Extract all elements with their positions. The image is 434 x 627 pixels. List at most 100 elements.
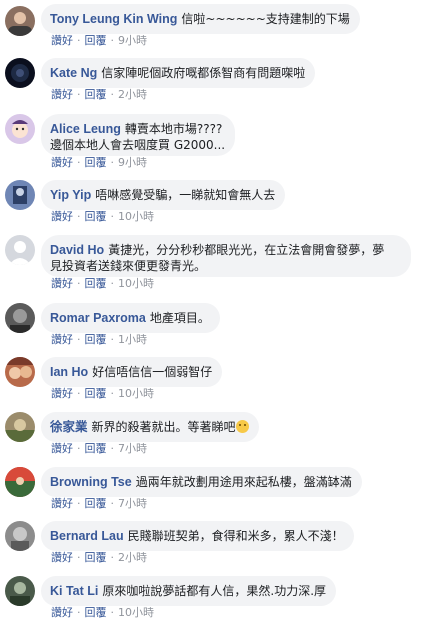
comment-actions: 讚好 · 回覆 · 10小時	[51, 606, 154, 620]
like-link[interactable]: 讚好	[51, 551, 73, 564]
reply-link[interactable]: 回覆	[85, 442, 107, 455]
like-link[interactable]: 讚好	[51, 497, 73, 510]
comment-text-line-2: 邊個本地人會去咽度買 G2000...	[50, 138, 226, 152]
avatar[interactable]	[5, 180, 35, 210]
reply-link[interactable]: 回覆	[85, 277, 107, 290]
reply-link[interactable]: 回覆	[85, 156, 107, 169]
comment-bubble: Tony Leung Kin Wing 信啦~~~~~~支持建制的下場	[41, 4, 360, 34]
like-link[interactable]: 讚好	[51, 333, 73, 346]
comment-timestamp[interactable]: 10小時	[118, 210, 154, 223]
commenter-name[interactable]: Ian Ho	[50, 365, 88, 379]
avatar-photo	[11, 527, 29, 551]
comment-actions: 讚好 · 回覆 · 7小時	[51, 442, 147, 456]
avatar[interactable]	[5, 58, 35, 88]
reply-link[interactable]: 回覆	[85, 497, 107, 510]
comment-bubble: Alice Leung 轉賣本地市場???? 邊個本地人會去咽度買 G2000..…	[41, 114, 236, 156]
like-link[interactable]: 讚好	[51, 156, 73, 169]
separator-dot: ·	[110, 333, 115, 346]
comment-bubble: Romar Paxroma 地產項目。	[41, 303, 220, 333]
avatar[interactable]	[5, 114, 35, 144]
avatar-photo	[5, 467, 35, 497]
avatar[interactable]	[5, 412, 35, 442]
like-link[interactable]: 讚好	[51, 210, 73, 223]
separator-dot: ·	[77, 551, 81, 564]
comment-text: 黃捷光，分分秒秒都眼光光，在立法會開會發夢，夢	[108, 243, 385, 257]
comment-actions: 讚好 · 回覆 · 10小時	[51, 277, 154, 291]
comment-bubble: 徐家業 新界的殺著就出。等著睇吧	[41, 412, 259, 442]
like-link[interactable]: 讚好	[51, 34, 73, 47]
comment-actions: 讚好 · 回覆 · 2小時	[51, 88, 147, 102]
comment-timestamp[interactable]: 9小時	[118, 156, 147, 169]
avatar[interactable]	[5, 6, 35, 36]
avatar[interactable]	[5, 521, 35, 551]
avatar-photo	[11, 64, 29, 82]
reply-link[interactable]: 回覆	[85, 387, 107, 400]
separator-dot: ·	[110, 387, 115, 400]
comment-actions: 讚好 · 回覆 · 1小時	[51, 333, 147, 347]
comment-bubble: Kate Ng 信家陣呢個政府嘅都係智商有問題㗎啦	[41, 58, 316, 88]
comment-list: Tony Leung Kin Wing 信啦~~~~~~支持建制的下場 讚好 · 回覆…	[0, 0, 434, 627]
comment-text: 轉賣本地市場????	[124, 122, 223, 136]
like-link[interactable]: 讚好	[51, 442, 73, 455]
commenter-name[interactable]: Yip Yip	[50, 188, 91, 202]
comment-timestamp[interactable]: 10小時	[118, 277, 154, 290]
comment-text: 新界的殺著就出。等著睇吧	[91, 420, 236, 434]
commenter-name[interactable]: Bernard Lau	[50, 529, 124, 543]
reply-link[interactable]: 回覆	[85, 210, 107, 223]
separator-dot: ·	[110, 210, 115, 223]
commenter-name[interactable]: Kate Ng	[50, 66, 97, 80]
reply-link[interactable]: 回覆	[85, 333, 107, 346]
comment-timestamp[interactable]: 2小時	[118, 88, 147, 101]
separator-dot: ·	[110, 551, 115, 564]
avatar[interactable]	[5, 467, 35, 497]
comment-timestamp[interactable]: 7小時	[118, 442, 147, 455]
comment-timestamp[interactable]: 7小時	[118, 497, 147, 510]
comment-text: 好信唔信信一個弱智仔	[92, 365, 213, 379]
comment-text: 原來咖啦說夢話都有人信，果然.功力深.厚	[102, 584, 327, 598]
avatar[interactable]	[5, 303, 35, 333]
separator-dot: ·	[77, 606, 81, 619]
avatar[interactable]	[5, 576, 35, 606]
comment-timestamp[interactable]: 1小時	[118, 333, 147, 346]
commenter-name[interactable]: David Ho	[50, 243, 104, 257]
like-link[interactable]: 讚好	[51, 606, 73, 619]
comment-timestamp[interactable]: 10小時	[118, 606, 154, 619]
reply-link[interactable]: 回覆	[85, 88, 107, 101]
reply-link[interactable]: 回覆	[85, 34, 107, 47]
avatar[interactable]	[5, 357, 35, 387]
smiling-face-icon	[235, 420, 249, 433]
avatar[interactable]	[5, 235, 35, 265]
comment-bubble: Browning Tse 過兩年就改劃用途用來起私樓，盤滿缽滿	[41, 467, 362, 497]
commenter-name[interactable]: Browning Tse	[50, 475, 132, 489]
avatar-photo	[5, 357, 35, 379]
separator-dot: ·	[110, 442, 115, 455]
reply-link[interactable]: 回覆	[85, 551, 107, 564]
like-link[interactable]: 讚好	[51, 387, 73, 400]
avatar-photo	[10, 309, 30, 333]
comment-bubble: Yip Yip 唔啉感覺受騙，一睇就知會無人去	[41, 180, 286, 210]
commenter-name[interactable]: Romar Paxroma	[50, 311, 146, 325]
comment-text: 信家陣呢個政府嘅都係智商有問題㗎啦	[101, 66, 306, 80]
commenter-name[interactable]: Tony Leung Kin Wing	[50, 12, 177, 26]
separator-dot: ·	[110, 497, 115, 510]
reply-link[interactable]: 回覆	[85, 606, 107, 619]
separator-dot: ·	[77, 277, 81, 290]
comment-timestamp[interactable]: 2小時	[118, 551, 147, 564]
comment-actions: 讚好 · 回覆 · 2小時	[51, 551, 147, 565]
comment-actions: 讚好 · 回覆 · 7小時	[51, 497, 147, 511]
avatar-photo	[5, 419, 35, 442]
commenter-name[interactable]: Alice Leung	[50, 122, 121, 136]
separator-dot: ·	[77, 156, 81, 169]
comment-bubble: Bernard Lau 民賤聯班契弟，食得和米多，累人不淺！	[41, 521, 354, 551]
commenter-name[interactable]: Ki Tat Li	[50, 584, 98, 598]
commenter-name[interactable]: 徐家業	[50, 420, 88, 434]
like-link[interactable]: 讚好	[51, 277, 73, 290]
comment-timestamp[interactable]: 10小時	[118, 387, 154, 400]
comment-actions: 讚好 · 回覆 · 10小時	[51, 210, 154, 224]
like-link[interactable]: 讚好	[51, 88, 73, 101]
separator-dot: ·	[77, 88, 81, 101]
comment-timestamp[interactable]: 9小時	[118, 34, 147, 47]
comment-actions: 讚好 · 回覆 · 9小時	[51, 156, 147, 170]
comment-text: 唔啉感覺受騙，一睇就知會無人去	[95, 188, 276, 202]
avatar-photo	[13, 186, 27, 204]
